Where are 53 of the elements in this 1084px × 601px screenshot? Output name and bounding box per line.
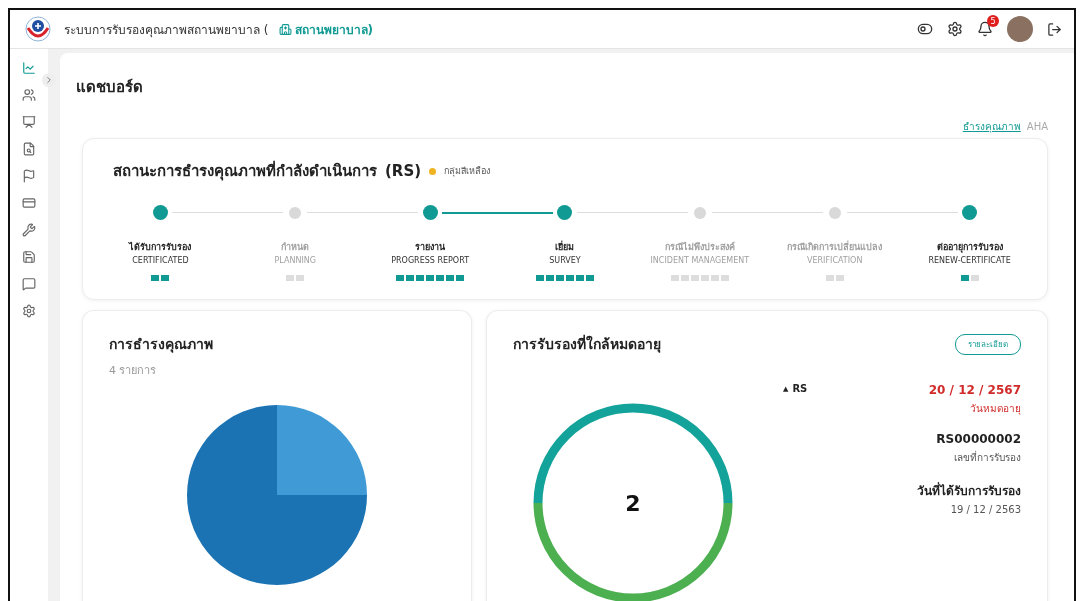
organization-label: สถานพยาบาล): [278, 19, 373, 39]
group-label: กลุ่มสีเหลือง: [444, 165, 491, 178]
step-name: เยี่ยม: [555, 240, 575, 254]
hospital-icon: [278, 22, 292, 36]
tab[interactable]: ธำรงคุณภาพ: [962, 119, 1021, 134]
sidebar-item[interactable]: [22, 169, 36, 183]
step-label: RENEW-CERTIFICATE: [928, 256, 1011, 265]
sidebar-item[interactable]: [22, 88, 36, 102]
step-label: VERIFICATION: [807, 256, 863, 265]
total-count: 2: [625, 490, 641, 516]
chevron-icon: [44, 75, 54, 85]
step-name: กำหนด: [281, 241, 310, 254]
item-count: 4 รายการ: [109, 363, 158, 379]
sidebar-item[interactable]: [22, 196, 36, 210]
step-name: ต่ออายุการรับรอง: [936, 241, 1003, 254]
logout-icon[interactable]: [1047, 21, 1062, 37]
notification-count: 5: [987, 15, 999, 27]
sidebar-item[interactable]: [22, 277, 36, 291]
card-title: การรับรองที่ใกล้หมดอายุ: [513, 333, 661, 355]
details-button[interactable]: รายละเอียด: [955, 333, 1021, 355]
card-title: การธำรงคุณภาพ: [109, 335, 214, 355]
tab[interactable]: AHA: [1026, 119, 1048, 134]
certified-date-label: วันที่ได้รับการรับรอง: [917, 481, 1021, 500]
sidebar-item[interactable]: [22, 304, 36, 318]
expire-label: วันหมดอายุ: [970, 402, 1021, 416]
step-name: ได้รับการรับรอง: [129, 241, 192, 254]
step-label: CERTIFICATED: [132, 256, 189, 265]
app-title: ระบบการรับรองคุณภาพสถานพยาบาล (: [64, 21, 269, 39]
step-label: SURVEY: [549, 256, 581, 265]
sidebar-item[interactable]: [22, 223, 36, 237]
page-title: แดชบอร์ด: [76, 77, 144, 98]
certificate-number: RS00000002: [936, 432, 1021, 446]
sidebar-item[interactable]: [22, 115, 36, 129]
step-name: รายงาน: [415, 241, 446, 254]
status-code: (RS): [385, 162, 422, 180]
sidebar-item[interactable]: [22, 61, 36, 75]
settings-icon[interactable]: [947, 21, 963, 37]
step-label: PROGRESS REPORT: [391, 256, 470, 265]
expire-date: 20 / 12 / 2567: [928, 383, 1021, 397]
sidebar-item[interactable]: [22, 142, 36, 156]
step-name: กรณีเกิดการเปลี่ยนแปลง: [787, 240, 883, 254]
certificate-code: RS: [792, 383, 808, 394]
notification-bell-icon[interactable]: [977, 21, 993, 37]
certificate-number-label: เลขที่การรับรอง: [954, 450, 1021, 465]
sidebar-item[interactable]: [22, 250, 36, 264]
logo-icon: [22, 16, 54, 42]
certified-date: 19 / 12 / 2563: [950, 504, 1021, 515]
step-name: กรณีไม่พึงประสงค์: [664, 240, 735, 254]
user-avatar[interactable]: [1007, 16, 1033, 42]
step-label: PLANNING: [274, 256, 316, 265]
toggle-icon[interactable]: [917, 21, 933, 37]
step-label: INCIDENT MANAGEMENT: [650, 256, 750, 265]
status-title: สถานะการธำรงคุณภาพที่กำลังดำเนินการ: [113, 159, 377, 183]
